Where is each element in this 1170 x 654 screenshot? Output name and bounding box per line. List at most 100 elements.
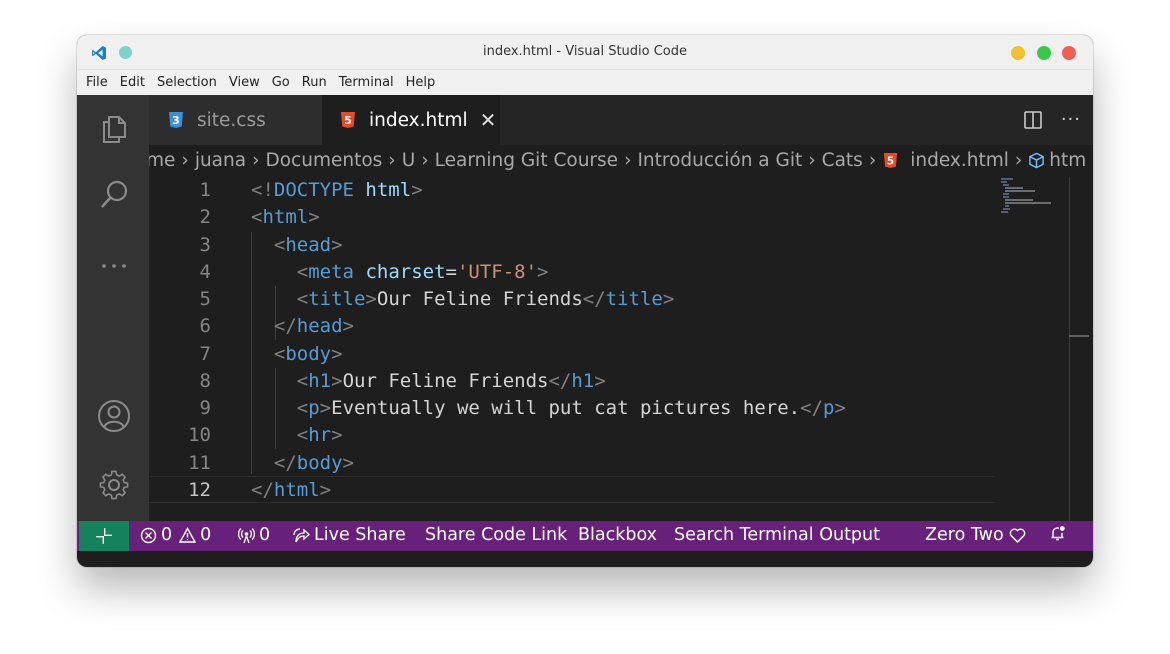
code-text: <title>Our Feline Friends</title> [296,288,675,310]
chevron-right-icon: › [181,150,189,171]
breadcrumb-item[interactable]: Cats [822,150,863,171]
chevron-right-icon: › [808,150,816,171]
remote-icon [96,528,112,544]
menu-terminal[interactable]: Terminal [339,75,394,90]
breadcrumb-item[interactable]: me [149,150,175,171]
minimap[interactable] [1001,177,1061,217]
breadcrumb-item[interactable]: htm [1049,150,1086,171]
line-number: 11 [188,452,211,474]
code-text: <head> [273,234,343,256]
code-text: <meta charset='UTF-8'> [296,261,549,283]
menu-go[interactable]: Go [272,75,290,90]
code-line: 6 </head> [149,313,995,340]
ports-status[interactable]: 0 [238,525,270,545]
breadcrumb-item[interactable]: juana [195,150,246,171]
menu-file[interactable]: File [86,75,108,90]
code-line: 11 </body> [149,450,995,477]
menu-run[interactable]: Run [302,75,327,90]
blackbox-button[interactable]: Blackbox [578,525,657,545]
chevron-right-icon: › [252,150,260,171]
code-line: 10 <hr> [149,422,995,449]
problems-status[interactable]: 0 0 [140,525,211,545]
breadcrumb-item[interactable]: Introducción a Git [637,150,802,171]
element-cube-icon [1029,152,1045,169]
vscode-window: index.html - Visual Studio Code File Edi… [77,35,1093,567]
code-text: <!DOCTYPE html> [251,179,423,201]
line-number: 5 [199,288,211,310]
line-number: 2 [199,206,211,228]
breadcrumb-item[interactable]: U [402,150,416,171]
line-number: 8 [199,370,211,392]
chevron-right-icon: › [868,150,877,171]
code-line: 7 <body> [149,341,995,368]
breadcrumb-item[interactable]: index.html [910,150,1009,171]
code-editor[interactable]: 1 <!DOCTYPE html> 2 <html> 3 <head> 4 <m… [149,177,995,521]
more-views-icon[interactable] [97,249,131,283]
more-actions-icon[interactable]: ··· [1061,109,1081,130]
breadcrumb-item[interactable]: Documentos [265,150,382,171]
menu-selection[interactable]: Selection [157,75,217,90]
line-number: 3 [199,234,211,256]
tab-label: index.html [369,109,468,131]
line-number: 9 [199,397,211,419]
minimize-button[interactable] [1011,46,1025,60]
vertical-scrollbar[interactable] [1069,177,1070,521]
menu-bar: File Edit Selection View Go Run Terminal… [77,70,1093,95]
code-text: <h1>Our Feline Friends</h1> [296,370,606,392]
html-file-icon: 5 [884,152,898,169]
chevron-right-icon: › [1014,150,1023,171]
chevron-right-icon: › [624,150,632,171]
remote-indicator-button[interactable] [79,521,129,551]
tab-index-html[interactable]: 5 index.html ✕ [322,95,500,145]
live-share-icon [293,527,310,542]
line-number: 10 [188,424,211,446]
svg-text:5: 5 [887,155,894,167]
settings-gear-icon[interactable] [97,468,131,502]
notifications-button[interactable] [1049,525,1070,542]
line-number: 12 [188,479,211,501]
line-number: 4 [199,261,211,283]
code-text: <hr> [296,424,343,446]
code-line: 1 <!DOCTYPE html> [149,177,995,204]
breadcrumb-item[interactable]: Learning Git Course [435,150,618,171]
account-status[interactable]: Zero Two [925,525,1030,545]
share-code-link-button[interactable]: Share Code Link [425,525,567,545]
editor-area: 3 site.css 5 index.html ✕ ··· me › juana ›… [149,95,1093,521]
split-editor-icon[interactable] [1023,110,1043,130]
search-icon[interactable] [97,178,131,212]
code-text: </html> [251,479,332,501]
live-share-button[interactable]: Live Share [293,525,406,545]
heart-icon [1009,527,1025,543]
title-bar: index.html - Visual Studio Code [77,35,1093,70]
html-file-icon: 5 [341,112,355,128]
status-bar: 0 0 0 Live Share Share Code Link Blackbo… [77,521,1093,551]
menu-help[interactable]: Help [406,75,436,90]
menu-view[interactable]: View [229,75,260,90]
code-text: <p>Eventually we will put cat pictures h… [296,397,846,419]
line-number: 7 [199,343,211,365]
line-number: 1 [199,179,211,201]
svg-text:3: 3 [172,114,180,127]
code-text: </head> [273,315,354,337]
tab-site-css[interactable]: 3 site.css [149,95,322,145]
activity-bar [77,95,149,521]
tab-close-icon[interactable]: ✕ [480,108,497,132]
svg-text:5: 5 [344,114,352,127]
code-line: 9 <p>Eventually we will put cat pictures… [149,395,995,422]
code-line: 4 <meta charset='UTF-8'> [149,259,995,286]
live-share-label: Live Share [314,525,406,545]
search-terminal-output-button[interactable]: Search Terminal Output [674,525,880,545]
css-file-icon: 3 [169,112,183,128]
accounts-icon[interactable] [97,399,131,433]
explorer-icon[interactable] [97,111,131,145]
close-window-button[interactable] [1062,46,1076,60]
chevron-right-icon: › [421,150,429,171]
maximize-button[interactable] [1037,46,1051,60]
code-line: 2 <html> [149,204,995,231]
chevron-right-icon: › [388,150,396,171]
code-text: <html> [251,206,320,228]
breadcrumb: me › juana › Documentos › U › Learning Git C… [149,145,1093,177]
tab-label: site.css [197,109,266,131]
scrollbar-thumb[interactable] [1069,335,1089,337]
menu-edit[interactable]: Edit [120,75,145,90]
